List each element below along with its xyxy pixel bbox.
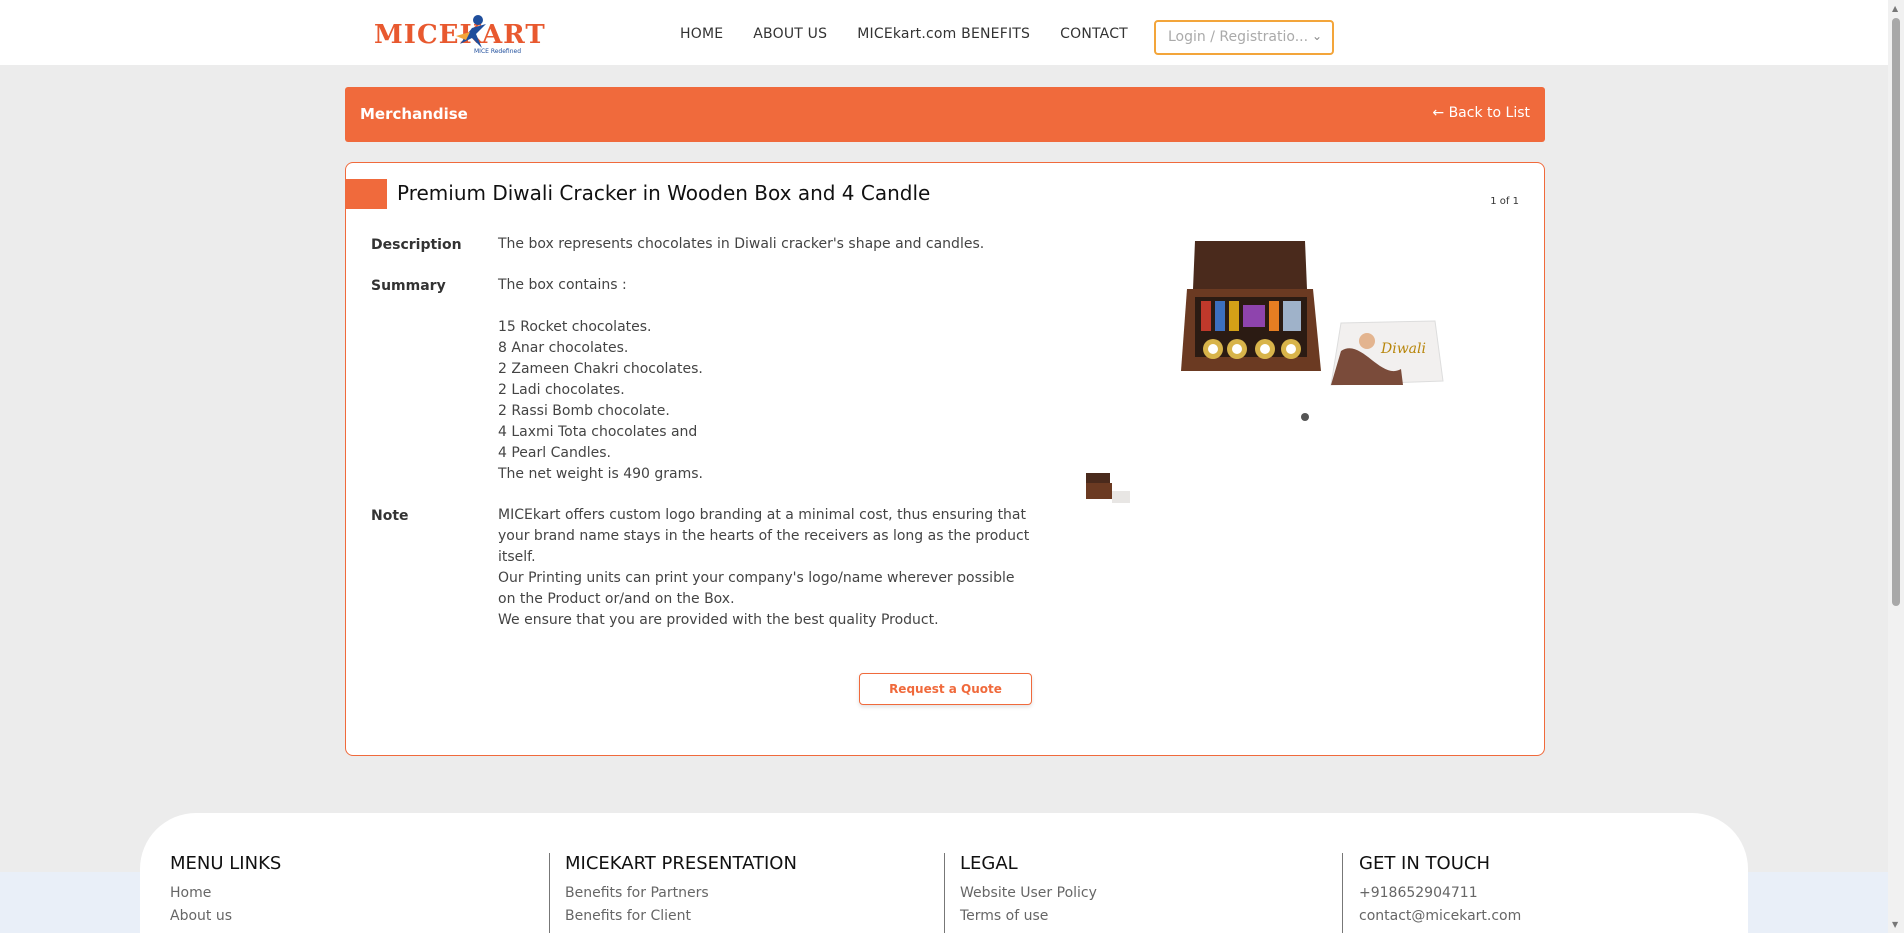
main-nav: HOME ABOUT US MICEkart.com BENEFITS CONT… [680, 26, 1158, 42]
footer-divider [549, 853, 550, 933]
note-label: Note [371, 508, 409, 524]
site-header: MICEKART MICE Redefined HOME ABOUT US MI… [0, 0, 1888, 65]
request-quote-button[interactable]: Request a Quote [859, 673, 1032, 705]
scroll-up-icon[interactable]: ▲ [1892, 4, 1898, 13]
footer-col-get-in-touch: GET IN TOUCH +918652904711 contact@micek… [1359, 853, 1521, 928]
logo-tagline: MICE Redefined [474, 48, 522, 55]
footer-link-about-us[interactable]: About us [170, 905, 281, 928]
nav-home[interactable]: HOME [680, 26, 723, 42]
footer-heading: LEGAL [960, 853, 1018, 874]
footer-link-terms[interactable]: Terms of use [960, 905, 1097, 928]
summary-text: The box contains : 15 Rocket chocolates.… [498, 275, 1028, 485]
footer-col-presentation: MICEKART PRESENTATION Benefits for Partn… [565, 853, 797, 928]
footer-heading: GET IN TOUCH [1359, 853, 1490, 874]
nav-about-us[interactable]: ABOUT US [753, 26, 827, 42]
footer-divider [944, 853, 945, 933]
note-line: your brand name stays in the hearts of t… [498, 528, 1030, 544]
footer-email[interactable]: contact@micekart.com [1359, 905, 1521, 928]
footer-link-user-policy[interactable]: Website User Policy [960, 882, 1097, 905]
back-to-list-label: Back to List [1448, 105, 1530, 121]
micekart-logo[interactable]: MICEKART MICE Redefined [374, 14, 545, 56]
note-line: itself. [498, 549, 536, 565]
footer-col-menu-links: MENU LINKS Home About us [170, 853, 281, 928]
footer-divider [1342, 853, 1343, 933]
summary-line [498, 296, 1028, 317]
summary-line: The box contains : [498, 277, 627, 293]
scroll-down-icon[interactable]: ▼ [1892, 920, 1898, 929]
loading-spinner-icon [1301, 413, 1309, 421]
summary-line: 2 Zameen Chakri chocolates. [498, 361, 703, 377]
note-line: We ensure that you are provided with the… [498, 612, 939, 628]
title-accent-bar [346, 179, 387, 209]
footer-phone[interactable]: +918652904711 [1359, 882, 1521, 905]
footer-col-legal: LEGAL Website User Policy Terms of use [960, 853, 1097, 928]
note-line: MICEkart offers custom logo branding at … [498, 507, 1026, 523]
scrollbar-thumb[interactable] [1892, 18, 1900, 606]
login-registration-dropdown[interactable]: Login / Registratio... ⌄ [1154, 20, 1334, 55]
product-main-image[interactable]: Diwali [1181, 241, 1451, 391]
category-title: Merchandise [360, 105, 468, 123]
summary-line: 4 Laxmi Tota chocolates and [498, 424, 698, 440]
description-label: Description [371, 237, 462, 253]
footer-heading: MICEKART PRESENTATION [565, 853, 797, 874]
summary-line: 2 Rassi Bomb chocolate. [498, 403, 670, 419]
login-label: Login / Registratio... [1168, 29, 1309, 45]
footer-heading: MENU LINKS [170, 853, 282, 874]
product-title: Premium Diwali Cracker in Wooden Box and… [397, 181, 931, 205]
description-text: The box represents chocolates in Diwali … [498, 236, 985, 252]
logo-figure-icon [456, 15, 486, 48]
image-counter: 1 of 1 [1490, 196, 1519, 207]
footer-link-home[interactable]: Home [170, 882, 281, 905]
product-card: Premium Diwali Cracker in Wooden Box and… [345, 162, 1545, 756]
summary-line: 4 Pearl Candles. [498, 445, 611, 461]
footer-link-benefits-client[interactable]: Benefits for Client [565, 905, 797, 928]
note-line: on the Product or/and on the Box. [498, 591, 735, 607]
summary-line: 2 Ladi chocolates. [498, 382, 625, 398]
note-text: MICEkart offers custom logo branding at … [498, 505, 1030, 631]
chevron-down-icon: ⌄ [1311, 29, 1322, 43]
page-scrollbar[interactable]: ▲ ▼ [1888, 0, 1904, 933]
summary-line: The net weight is 490 grams. [498, 466, 703, 482]
category-banner: Merchandise ← Back to List [345, 87, 1545, 142]
nav-benefits[interactable]: MICEkart.com BENEFITS [857, 26, 1030, 42]
site-footer: MENU LINKS Home About us MICEKART PRESEN… [140, 813, 1748, 933]
back-to-list-link[interactable]: ← Back to List [1432, 105, 1530, 121]
product-thumbnail[interactable] [1086, 471, 1130, 505]
arrow-left-icon: ← [1432, 105, 1445, 121]
note-line: Our Printing units can print your compan… [498, 570, 1015, 586]
summary-line: 8 Anar chocolates. [498, 340, 629, 356]
svg-text:Diwali: Diwali [1380, 341, 1426, 357]
nav-contact[interactable]: CONTACT [1060, 26, 1128, 42]
summary-line: 15 Rocket chocolates. [498, 319, 652, 335]
footer-link-benefits-partners[interactable]: Benefits for Partners [565, 882, 797, 905]
summary-label: Summary [371, 278, 446, 294]
